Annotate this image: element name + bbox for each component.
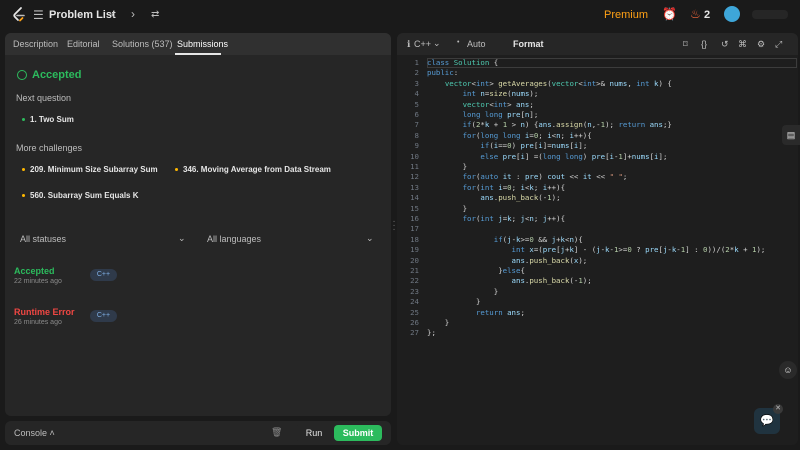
console-bar: Console ˄ 🗑 Run Submit [5,421,391,445]
code-line[interactable]: 15 } [397,204,798,214]
status-filter[interactable]: All statuses [20,234,66,244]
premium-link[interactable]: Premium [604,9,648,21]
next-question-item[interactable]: 1. Two Sum [22,115,74,124]
challenge-label[interactable]: 209. Minimum Size Subarray Sum [30,165,158,174]
code-line[interactable]: 26 } [397,318,798,328]
code-line[interactable]: 11 } [397,162,798,172]
dot-icon [175,168,178,172]
code-line[interactable]: 10 else pre[i] =(long long) pre[i-1]+num… [397,152,798,162]
code-line[interactable]: 21 }else{ [397,266,798,276]
submission-status[interactable]: Accepted [14,266,55,276]
chevron-up-icon[interactable]: ˄ [50,428,55,438]
next-question-title: Next question [16,93,72,103]
editor-toolbar: ℹ C++ ⌄ • Auto Format ⌑ {} ↺ ⌘ ⚙ ⤢ [397,33,798,55]
code-line[interactable]: 6 long long pre[n]; [397,110,798,120]
check-circle-icon [17,70,27,80]
settings-icon[interactable]: ⚙ [757,39,765,50]
code-line[interactable]: 5 vector<int> ans; [397,100,798,110]
more-challenges-title: More challenges [16,143,83,153]
bot-icon[interactable]: ☺ [779,361,797,379]
submission-time: 26 minutes ago [14,319,62,326]
leetcode-logo-icon[interactable] [10,6,28,24]
code-line[interactable]: 9 if(i==0) pre[i]=nums[i]; [397,141,798,151]
challenge-item[interactable]: 209. Minimum Size Subarray Sum [22,165,158,174]
code-line[interactable]: 8 for(long long i=0; i<n; i++){ [397,131,798,141]
result-status: Accepted [32,69,82,81]
console-label[interactable]: Console [14,428,47,438]
chevron-left-icon[interactable]: ‹ [111,8,115,20]
username-placeholder [752,10,788,19]
dot-icon [22,118,25,122]
avatar[interactable] [724,6,740,22]
code-line[interactable]: 17 [397,224,798,234]
code-line[interactable]: 23 } [397,287,798,297]
chevron-right-icon[interactable]: › [131,8,135,20]
submission-language-badge: C++ [90,310,117,322]
code-line[interactable]: 14 ans.push_back(-1); [397,193,798,203]
tab-editorial[interactable]: Editorial [67,39,100,49]
challenge-item[interactable]: 560. Subarray Sum Equals K [22,191,139,200]
command-icon[interactable]: ⌘ [738,39,747,50]
code-line[interactable]: 22 ans.push_back(-1); [397,276,798,286]
close-icon[interactable]: ✕ [773,404,783,414]
tab-bar: Description Editorial Solutions (537) Su… [5,33,391,55]
tab-description[interactable]: Description [13,39,58,49]
code-line[interactable]: 1 class Solution { [397,58,798,68]
code-line[interactable]: 24 } [397,297,798,307]
shuffle-icon[interactable]: ⇄ [151,9,159,21]
code-editor-panel: ℹ C++ ⌄ • Auto Format ⌑ {} ↺ ⌘ ⚙ ⤢ 1 clas… [397,33,798,445]
code-line[interactable]: 27}; [397,328,798,338]
code-line[interactable]: 2 public: [397,68,798,78]
braces-icon[interactable]: {} [701,39,707,49]
code-line[interactable]: 16 for(int j=k; j<n; j++){ [397,214,798,224]
bookmark-icon[interactable]: ⌑ [683,39,688,50]
tab-submissions[interactable]: Submissions [177,39,228,49]
challenge-item[interactable]: 346. Moving Average from Data Stream [175,165,331,174]
question-label[interactable]: 1. Two Sum [30,115,74,124]
tab-solutions[interactable]: Solutions (537) [112,39,173,49]
challenge-label[interactable]: 346. Moving Average from Data Stream [183,165,331,174]
submit-button[interactable]: Submit [334,425,382,441]
code-icon: ℹ [407,39,411,49]
top-bar: ☰ Problem List ‹ › ⇄ Premium ⏰ ♨ 2 [0,0,800,30]
submission-time: 22 minutes ago [14,278,62,285]
submission-language-badge: C++ [90,269,117,281]
code-line[interactable]: 4 int n=size(nums); [397,89,798,99]
run-button[interactable]: Run [295,425,333,441]
code-line[interactable]: 3 vector<int> getAverages(vector<int>& n… [397,79,798,89]
language-filter[interactable]: All languages [207,234,261,244]
autocomplete-mode[interactable]: Auto [467,39,486,49]
code-line[interactable]: 12 for(auto it : pre) cout << it << " "; [397,172,798,182]
trash-icon[interactable]: 🗑 [271,427,282,438]
code-line[interactable]: 20 ans.push_back(x); [397,256,798,266]
code-line[interactable]: 7 if(2*k + 1 > n) {ans.assign(n,-1); ret… [397,120,798,130]
challenge-label[interactable]: 560. Subarray Sum Equals K [30,191,139,200]
alarm-clock-icon[interactable]: ⏰ [662,8,677,20]
console-toggle[interactable]: Console ˄ [14,428,55,438]
chevron-down-icon[interactable]: ⌄ [178,233,186,244]
chevron-down-icon[interactable]: ⌄ [366,233,374,244]
reset-icon[interactable]: ↺ [721,39,729,50]
code-line[interactable]: 25 return ans; [397,308,798,318]
left-panel: Description Editorial Solutions (537) Su… [5,33,391,416]
submission-status[interactable]: Runtime Error [14,307,75,317]
list-icon[interactable]: ☰ [33,9,44,21]
code-line[interactable]: 13 for(int i=0; i<k; i++){ [397,183,798,193]
code-line[interactable]: 18 if(j-k>=0 && j+k<n){ [397,235,798,245]
code-line[interactable]: 19 int x=(pre[j+k] - (j-k-1>=0 ? pre[j-k… [397,245,798,255]
language-select[interactable]: C++ [414,39,431,49]
lock-icon: • [457,39,460,46]
notes-icon[interactable]: ▤ [782,125,800,145]
chevron-down-icon[interactable]: ⌄ [433,38,441,49]
dot-icon [22,194,25,198]
expand-icon[interactable]: ⤢ [775,39,782,50]
dot-icon [22,168,25,172]
streak-count: 2 [704,9,711,21]
active-tab-indicator [175,53,221,55]
fire-icon[interactable]: ♨ [690,8,701,20]
problem-list-link[interactable]: Problem List [49,9,116,21]
format-button[interactable]: Format [513,39,544,49]
